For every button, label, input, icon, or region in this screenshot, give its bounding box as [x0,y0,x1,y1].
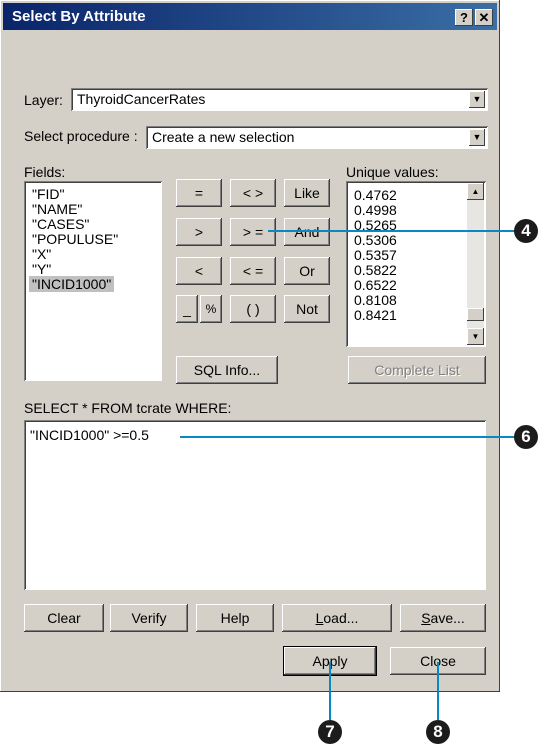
close-icon[interactable]: ✕ [475,9,493,26]
verify-button[interactable]: Verify [110,604,188,632]
load-button[interactable]: Load... [282,604,392,632]
callout-line-4 [268,230,516,232]
layer-label: Layer: [24,92,63,108]
procedure-label: Select procedure : [24,128,138,144]
help-button[interactable]: Help [196,604,274,632]
list-item[interactable]: "POPULUSE" [32,232,118,247]
list-item[interactable]: "CASES" [32,217,89,232]
fields-label: Fields: [24,164,66,180]
list-item[interactable]: "NAME" [32,202,82,217]
sql-info-button[interactable]: SQL Info... [176,356,278,384]
scroll-down-icon[interactable]: ▼ [467,328,484,345]
select-by-attribute-dialog: Select By Attribute ? ✕ Layer: ThyroidCa… [0,0,500,692]
list-item[interactable]: 0.4998 [354,203,397,218]
list-item[interactable]: "X" [32,247,51,262]
save-button[interactable]: Save... [400,604,486,632]
list-item[interactable]: 0.8421 [354,308,397,323]
chevron-down-icon[interactable]: ▼ [469,91,485,108]
list-item[interactable]: 0.5357 [354,248,397,263]
clear-button[interactable]: Clear [24,604,104,632]
step-7-badge: 7 [318,720,342,744]
complete-list-button[interactable]: Complete List [348,356,486,384]
list-item[interactable]: "Y" [32,262,51,277]
step-6-badge: 6 [514,425,538,449]
callout-line-8 [437,662,439,720]
list-item[interactable]: 0.4762 [354,188,397,203]
save-label: ave... [430,610,465,626]
layer-value: ThyroidCancerRates [77,91,206,107]
selected-field-label: "INCID1000" [29,276,115,292]
fields-list[interactable]: "FID" "NAME" "CASES" "POPULUSE" "X" "Y" … [24,181,162,381]
list-item[interactable]: 0.5822 [354,263,397,278]
procedure-value: Create a new selection [152,129,295,145]
vertical-scrollbar[interactable]: ▲ ▼ [467,183,484,345]
list-item-selected[interactable]: "INCID1000" [29,276,115,292]
greater-equal-button[interactable]: > = [230,218,276,246]
or-button[interactable]: Or [284,257,330,285]
query-text: "INCID1000" >=0.5 [30,427,149,443]
layer-dropdown[interactable]: ThyroidCancerRates ▼ [71,88,488,111]
window-title: Select By Attribute [12,8,146,25]
scroll-up-icon[interactable]: ▲ [467,183,484,200]
help-icon[interactable]: ? [455,9,473,26]
unique-values-label: Unique values: [346,164,439,180]
chevron-down-icon[interactable]: ▼ [469,129,485,146]
greater-than-button[interactable]: > [176,218,222,246]
load-label: oad... [323,610,359,626]
and-button[interactable]: And [284,218,330,246]
query-textarea[interactable]: "INCID1000" >=0.5 [24,420,486,590]
like-button[interactable]: Like [284,179,330,207]
list-item[interactable]: 0.8108 [354,293,397,308]
step-8-badge: 8 [426,720,450,744]
save-mnemonic: S [421,610,431,626]
title-bar: Select By Attribute ? ✕ [3,3,497,30]
callout-line-7 [329,662,331,720]
callout-line-6 [180,436,516,438]
less-equal-button[interactable]: < = [230,257,276,285]
underscore-button[interactable]: _ [176,295,198,323]
percent-button[interactable]: % [200,295,222,323]
list-item[interactable]: 0.5306 [354,233,397,248]
less-than-button[interactable]: < [176,257,222,285]
query-label: SELECT * FROM tcrate WHERE: [24,400,232,416]
procedure-dropdown[interactable]: Create a new selection ▼ [146,126,488,149]
unique-values-list[interactable]: 0.4762 0.4998 0.5265 0.5306 0.5357 0.582… [346,181,486,347]
not-button[interactable]: Not [284,295,330,323]
not-equal-button[interactable]: < > [230,179,276,207]
list-item[interactable]: "FID" [32,187,65,202]
list-item[interactable]: 0.6522 [354,278,397,293]
scroll-thumb[interactable] [467,308,484,321]
parentheses-button[interactable]: ( ) [230,295,276,323]
equals-button[interactable]: = [176,179,222,207]
step-4-badge: 4 [514,219,538,243]
